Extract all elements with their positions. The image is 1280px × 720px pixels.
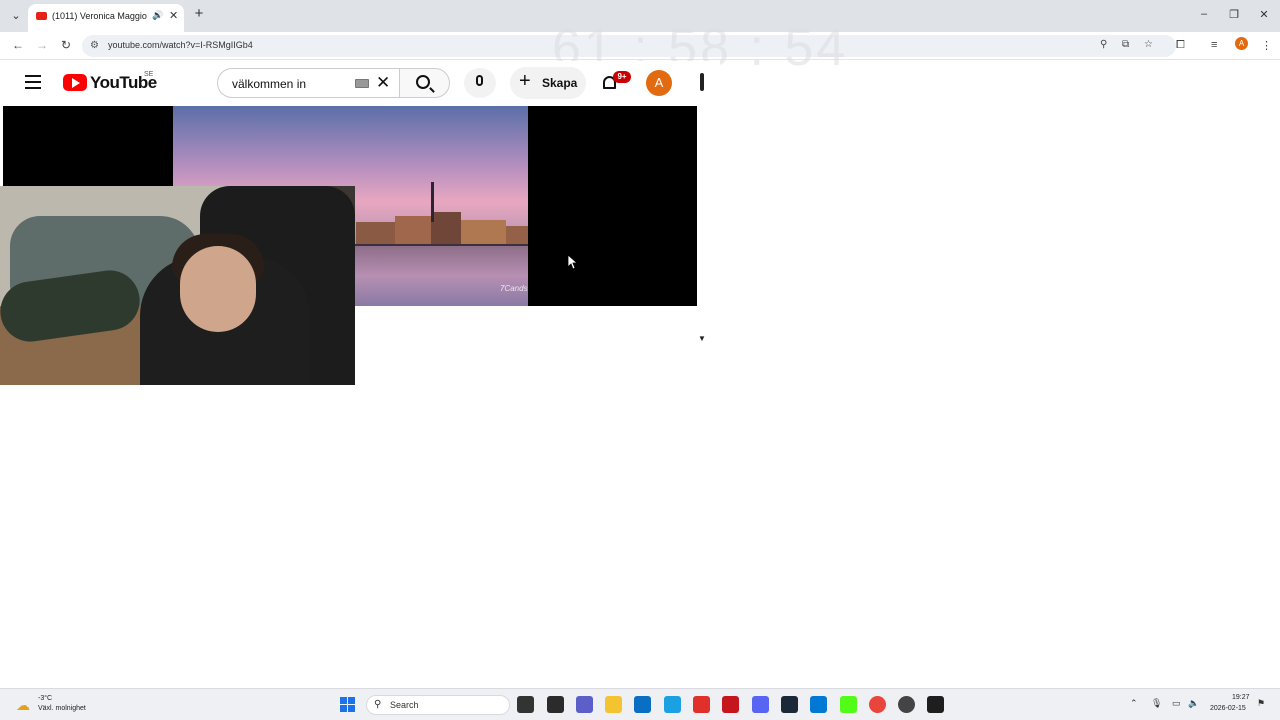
search-button[interactable]: [399, 68, 450, 98]
tab-title: (1011) Veronica Maggio - V: [52, 11, 148, 21]
file-explorer-icon[interactable]: [605, 696, 622, 713]
mcafee-icon[interactable]: [722, 696, 739, 713]
microphone-tray-icon[interactable]: 🎙: [1151, 698, 1162, 709]
back-arrow-icon[interactable]: ←: [9, 36, 27, 54]
hamburger-menu-icon[interactable]: [25, 75, 41, 89]
window-close-button[interactable]: ✕: [1257, 8, 1271, 21]
forward-arrow-icon[interactable]: →: [33, 36, 51, 54]
streamer-face: [180, 246, 256, 332]
chrome-menu-icon[interactable]: ⋮: [1261, 39, 1272, 52]
windows-taskbar: ☁ -3°C Växl. molnighet ⚲ Search ⌃ 🎙 ▭ 🔈 …: [0, 688, 1280, 720]
windows-start-icon[interactable]: [340, 697, 355, 712]
store-icon[interactable]: [634, 696, 651, 713]
edge-icon[interactable]: [664, 696, 681, 713]
discord-icon[interactable]: [752, 696, 769, 713]
weather-description[interactable]: Växl. molnighet: [38, 705, 86, 712]
epic-games-icon[interactable]: [927, 696, 944, 713]
search-query-text[interactable]: välkommen in: [232, 77, 306, 91]
speaker-icon[interactable]: 🔊: [152, 10, 163, 21]
red-diamond-app-icon[interactable]: [693, 696, 710, 713]
streamer-webcam-overlay: [0, 186, 355, 385]
search-icon: [416, 75, 430, 89]
volume-icon[interactable]: 🔈: [1188, 698, 1199, 709]
plus-icon: +: [519, 70, 531, 92]
browser-tab[interactable]: (1011) Veronica Maggio - V 🔊 ✕: [28, 4, 184, 32]
tab-close-button[interactable]: ✕: [169, 9, 178, 22]
youtube-masthead: YouTube SE välkommen in ✕ + Skapa 9+ A: [0, 61, 720, 105]
outlook-icon[interactable]: [810, 696, 827, 713]
thumbnail-watermark: 7Cands: [500, 284, 528, 293]
country-code: SE: [144, 71, 154, 78]
restore-button[interactable]: ❐: [1227, 8, 1241, 21]
steam-icon[interactable]: [781, 696, 798, 713]
clock-date[interactable]: 2026-02-15: [1210, 705, 1246, 712]
zoom-icon[interactable]: ⚲: [1100, 39, 1107, 50]
clock-time[interactable]: 19:27: [1232, 694, 1250, 701]
minimize-button[interactable]: –: [1197, 8, 1211, 20]
search-icon: ⚲: [374, 699, 382, 710]
task-view-icon[interactable]: [517, 696, 534, 713]
chevron-down-icon[interactable]: ▼: [698, 334, 706, 343]
voice-search-button[interactable]: [464, 68, 496, 98]
clear-search-button[interactable]: ✕: [376, 73, 390, 93]
url-text[interactable]: youtube.com/watch?v=I-RSMgIIGb4: [108, 40, 253, 50]
church-spire: [431, 182, 434, 222]
notification-center-icon[interactable]: ⚑: [1257, 698, 1265, 709]
notification-badge: 9+: [613, 71, 631, 83]
mouse-cursor-icon: [568, 255, 578, 269]
create-label: Skapa: [542, 76, 578, 90]
new-tab-button[interactable]: +: [191, 6, 207, 22]
account-avatar[interactable]: A: [646, 70, 672, 96]
kick-icon[interactable]: [840, 696, 857, 713]
keyboard-icon[interactable]: [355, 79, 369, 88]
chrome-icon[interactable]: [869, 696, 886, 713]
teams-icon[interactable]: [576, 696, 593, 713]
github-icon[interactable]: [898, 696, 915, 713]
install-app-icon[interactable]: ⧉: [1122, 39, 1129, 50]
create-button[interactable]: + Skapa: [510, 67, 586, 99]
search-input[interactable]: välkommen in ✕: [217, 68, 399, 98]
taskbar-search-placeholder: Search: [390, 700, 419, 710]
weather-temperature[interactable]: -3°C: [38, 695, 52, 702]
chevron-up-icon[interactable]: ⌃: [1130, 698, 1138, 709]
youtube-favicon-icon: [36, 12, 47, 20]
tab-search-dropdown[interactable]: ⌄: [6, 6, 26, 26]
scrollbar-thumb[interactable]: [700, 73, 704, 91]
taskbar-search-input[interactable]: ⚲ Search: [366, 695, 510, 715]
weather-icon[interactable]: ☁: [16, 697, 30, 714]
browser-profile-avatar[interactable]: A: [1235, 37, 1248, 50]
game-app-icon[interactable]: [547, 696, 564, 713]
bookmark-star-icon[interactable]: ☆: [1144, 39, 1153, 50]
media-controls-icon[interactable]: ≡: [1211, 39, 1217, 51]
microphone-icon: [476, 75, 483, 86]
network-icon[interactable]: ▭: [1172, 698, 1181, 709]
site-info-icon[interactable]: ⚙: [90, 40, 99, 51]
reload-icon[interactable]: ↻: [57, 36, 75, 54]
extensions-icon[interactable]: ⧠: [1176, 39, 1185, 52]
youtube-logo-icon[interactable]: [63, 74, 87, 91]
